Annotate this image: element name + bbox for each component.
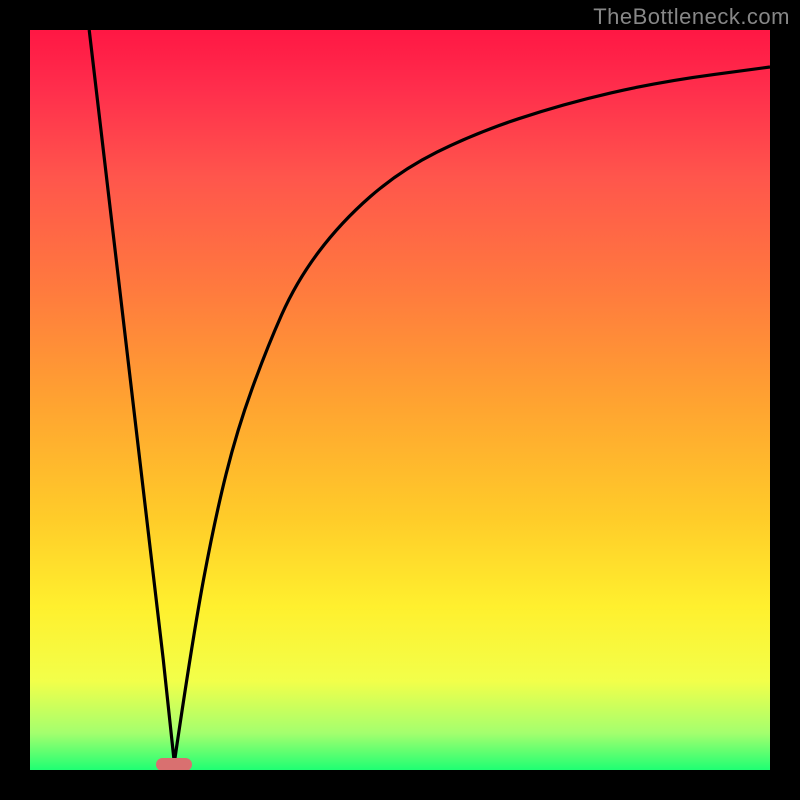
curve-right-branch: [174, 67, 770, 763]
optimal-point-marker: [156, 758, 192, 770]
watermark-text: TheBottleneck.com: [593, 4, 790, 30]
curve-left-branch: [89, 30, 174, 763]
bottleneck-curve: [30, 30, 770, 770]
chart-frame: TheBottleneck.com: [0, 0, 800, 800]
plot-area: [30, 30, 770, 770]
